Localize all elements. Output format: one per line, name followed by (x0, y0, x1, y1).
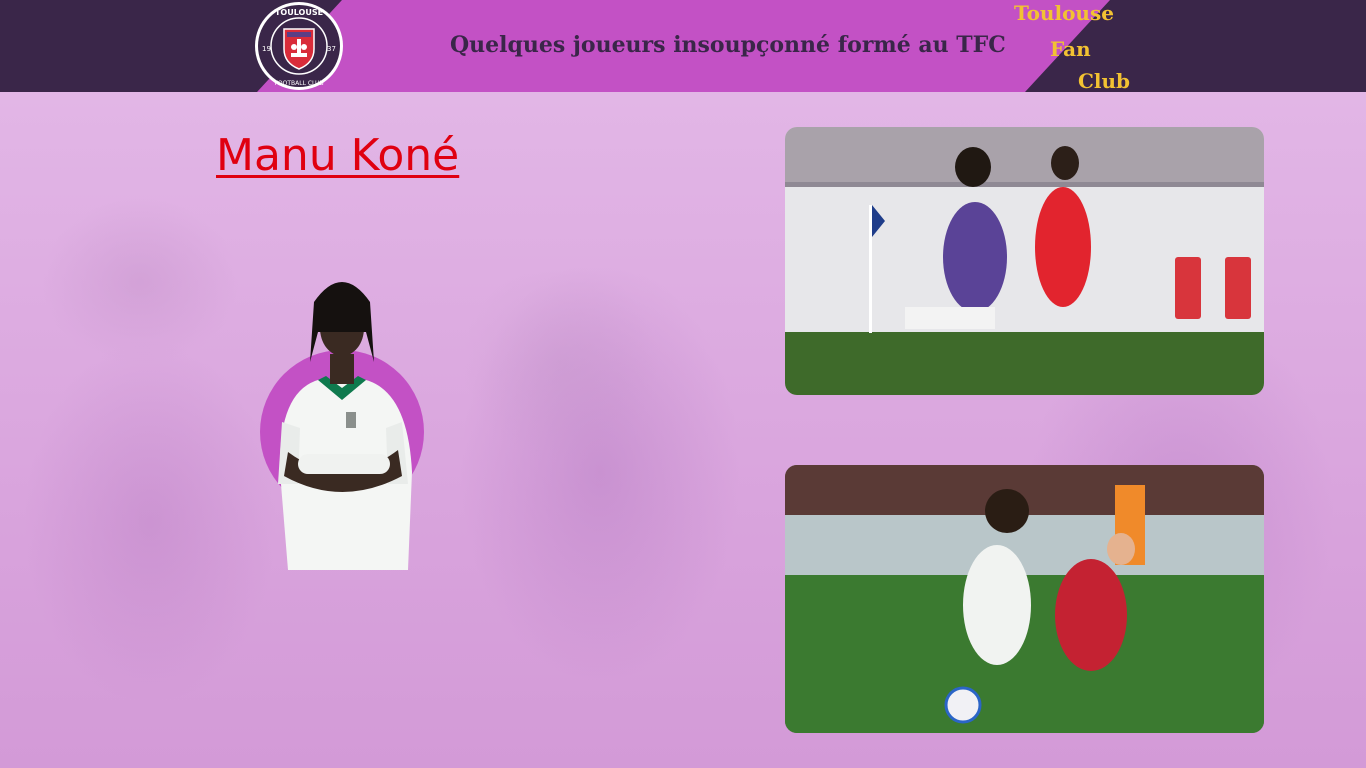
brand-line-fan: Fan (1050, 37, 1091, 61)
brand-line-club: Club (1078, 69, 1131, 93)
brand-line-toulouse: Toulouse (1014, 1, 1114, 25)
player-portrait (260, 282, 424, 570)
match-photo-toulouse (785, 127, 1264, 395)
logo-left-number: 19 (262, 45, 271, 53)
page-title: Quelques joueurs insoupçonné formé au TF… (450, 32, 1006, 58)
logo-top-text: TOULOUSE (275, 8, 323, 17)
player-name-link[interactable]: Manu Koné (216, 130, 459, 181)
tfc-logo[interactable]: 19 37 TOULOUSE FOOTBALL CLUB (254, 1, 344, 91)
logo-right-number: 37 (327, 45, 336, 53)
logo-bottom-text: FOOTBALL CLUB (274, 80, 323, 87)
match-photo-gladbach (785, 465, 1264, 733)
site-header: 19 37 TOULOUSE FOOTBALL CLUB Quelques jo… (0, 0, 1366, 93)
